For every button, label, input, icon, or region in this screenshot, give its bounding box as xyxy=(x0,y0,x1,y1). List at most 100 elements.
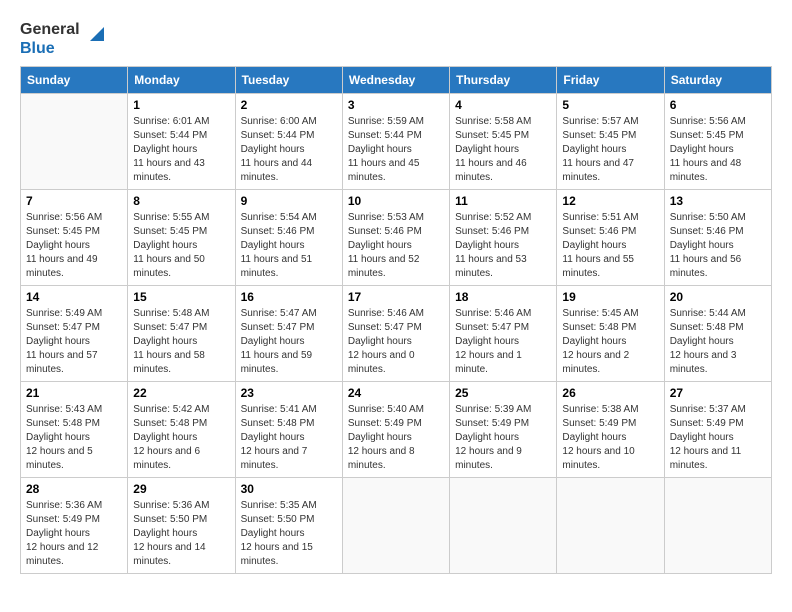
day-number: 12 xyxy=(562,194,658,208)
calendar-cell: 22 Sunrise: 5:42 AMSunset: 5:48 PMDayligh… xyxy=(128,382,235,478)
day-info: Sunrise: 5:49 AMSunset: 5:47 PMDaylight … xyxy=(26,307,122,377)
day-number: 28 xyxy=(26,482,122,496)
day-info: Sunrise: 5:51 AMSunset: 5:46 PMDaylight … xyxy=(562,211,658,281)
calendar-cell: 14Sunrise: 5:49 AMSunset: 5:47 PMDayligh… xyxy=(21,286,128,382)
day-info: Sunrise: 5:59 AMSunset: 5:44 PMDaylight … xyxy=(348,115,444,185)
calendar-week-row: 14Sunrise: 5:49 AMSunset: 5:47 PMDayligh… xyxy=(21,286,772,382)
day-info: Sunrise: 5:54 AMSunset: 5:46 PMDaylight … xyxy=(241,211,337,281)
day-number: 10 xyxy=(348,194,444,208)
calendar-cell: 7Sunrise: 5:56 AMSunset: 5:45 PMDaylight… xyxy=(21,190,128,286)
calendar-cell: 9 Sunrise: 5:54 AMSunset: 5:46 PMDaylight… xyxy=(235,190,342,286)
calendar-cell xyxy=(557,478,664,574)
calendar-cell xyxy=(450,478,557,574)
calendar-cell: 11 Sunrise: 5:52 AMSunset: 5:46 PMDayligh… xyxy=(450,190,557,286)
calendar-cell: 15Sunrise: 5:48 AMSunset: 5:47 PMDayligh… xyxy=(128,286,235,382)
day-info: Sunrise: 5:47 AMSunset: 5:47 PMDaylight … xyxy=(241,307,337,377)
day-info: Sunrise: 5:50 AMSunset: 5:46 PMDaylight … xyxy=(670,211,766,281)
day-info: Sunrise: 5:43 AMSunset: 5:48 PMDaylight … xyxy=(26,403,122,473)
weekday-header: Monday xyxy=(128,67,235,94)
day-number: 24 xyxy=(348,386,444,400)
day-info: Sunrise: 5:46 AMSunset: 5:47 PMDaylight … xyxy=(348,307,444,377)
day-number: 9 xyxy=(241,194,337,208)
day-info: Sunrise: 5:41 AMSunset: 5:48 PMDaylight … xyxy=(241,403,337,473)
calendar-cell xyxy=(342,478,449,574)
logo-text: General Blue xyxy=(20,20,80,58)
calendar-cell xyxy=(21,94,128,190)
calendar-cell: 8 Sunrise: 5:55 AMSunset: 5:45 PMDaylight… xyxy=(128,190,235,286)
page-header: General Blue xyxy=(20,20,772,58)
calendar-cell: 16 Sunrise: 5:47 AMSunset: 5:47 PMDayligh… xyxy=(235,286,342,382)
day-info: Sunrise: 5:36 AMSunset: 5:50 PMDaylight … xyxy=(133,499,229,569)
day-number: 16 xyxy=(241,290,337,304)
calendar-table: SundayMondayTuesdayWednesdayThursdayFrid… xyxy=(20,66,772,574)
day-number: 25 xyxy=(455,386,551,400)
day-number: 27 xyxy=(670,386,766,400)
day-number: 11 xyxy=(455,194,551,208)
day-number: 2 xyxy=(241,98,337,112)
calendar-cell: 23Sunrise: 5:41 AMSunset: 5:48 PMDayligh… xyxy=(235,382,342,478)
weekday-header: Friday xyxy=(557,67,664,94)
day-info: Sunrise: 5:58 AMSunset: 5:45 PMDaylight … xyxy=(455,115,551,185)
calendar-cell: 19 Sunrise: 5:45 AMSunset: 5:48 PMDayligh… xyxy=(557,286,664,382)
calendar-cell: 27 Sunrise: 5:37 AMSunset: 5:49 PMDayligh… xyxy=(664,382,771,478)
weekday-header: Sunday xyxy=(21,67,128,94)
day-number: 18 xyxy=(455,290,551,304)
day-number: 22 xyxy=(133,386,229,400)
weekday-header: Thursday xyxy=(450,67,557,94)
calendar-cell: 5Sunrise: 5:57 AMSunset: 5:45 PMDaylight… xyxy=(557,94,664,190)
calendar-cell: 2 Sunrise: 6:00 AMSunset: 5:44 PMDaylight… xyxy=(235,94,342,190)
logo-triangle-icon xyxy=(86,23,108,45)
day-number: 8 xyxy=(133,194,229,208)
weekday-header: Tuesday xyxy=(235,67,342,94)
day-info: Sunrise: 5:48 AMSunset: 5:47 PMDaylight … xyxy=(133,307,229,377)
day-number: 1 xyxy=(133,98,229,112)
calendar-cell: 30Sunrise: 5:35 AMSunset: 5:50 PMDayligh… xyxy=(235,478,342,574)
calendar-cell: 3Sunrise: 5:59 AMSunset: 5:44 PMDaylight… xyxy=(342,94,449,190)
weekday-header: Saturday xyxy=(664,67,771,94)
calendar-cell: 4 Sunrise: 5:58 AMSunset: 5:45 PMDaylight… xyxy=(450,94,557,190)
day-info: Sunrise: 5:39 AMSunset: 5:49 PMDaylight … xyxy=(455,403,551,473)
day-info: Sunrise: 5:35 AMSunset: 5:50 PMDaylight … xyxy=(241,499,337,569)
day-info: Sunrise: 5:52 AMSunset: 5:46 PMDaylight … xyxy=(455,211,551,281)
calendar-cell xyxy=(664,478,771,574)
day-info: Sunrise: 5:46 AMSunset: 5:47 PMDaylight … xyxy=(455,307,551,377)
calendar-week-row: 28 Sunrise: 5:36 AMSunset: 5:49 PMDayligh… xyxy=(21,478,772,574)
calendar-week-row: 7Sunrise: 5:56 AMSunset: 5:45 PMDaylight… xyxy=(21,190,772,286)
day-number: 19 xyxy=(562,290,658,304)
day-number: 20 xyxy=(670,290,766,304)
day-number: 26 xyxy=(562,386,658,400)
day-number: 7 xyxy=(26,194,122,208)
day-number: 6 xyxy=(670,98,766,112)
calendar-cell: 10 Sunrise: 5:53 AMSunset: 5:46 PMDayligh… xyxy=(342,190,449,286)
day-info: Sunrise: 5:42 AMSunset: 5:48 PMDaylight … xyxy=(133,403,229,473)
calendar-week-row: 1 Sunrise: 6:01 AMSunset: 5:44 PMDaylight… xyxy=(21,94,772,190)
day-info: Sunrise: 5:55 AMSunset: 5:45 PMDaylight … xyxy=(133,211,229,281)
calendar-cell: 26Sunrise: 5:38 AMSunset: 5:49 PMDayligh… xyxy=(557,382,664,478)
calendar-cell: 21 Sunrise: 5:43 AMSunset: 5:48 PMDayligh… xyxy=(21,382,128,478)
day-info: Sunrise: 6:01 AMSunset: 5:44 PMDaylight … xyxy=(133,115,229,185)
day-info: Sunrise: 5:44 AMSunset: 5:48 PMDaylight … xyxy=(670,307,766,377)
day-info: Sunrise: 5:45 AMSunset: 5:48 PMDaylight … xyxy=(562,307,658,377)
day-number: 17 xyxy=(348,290,444,304)
day-info: Sunrise: 5:53 AMSunset: 5:46 PMDaylight … xyxy=(348,211,444,281)
calendar-header-row: SundayMondayTuesdayWednesdayThursdayFrid… xyxy=(21,67,772,94)
calendar-cell: 24 Sunrise: 5:40 AMSunset: 5:49 PMDayligh… xyxy=(342,382,449,478)
day-info: Sunrise: 5:40 AMSunset: 5:49 PMDaylight … xyxy=(348,403,444,473)
calendar-cell: 6 Sunrise: 5:56 AMSunset: 5:45 PMDaylight… xyxy=(664,94,771,190)
calendar-week-row: 21 Sunrise: 5:43 AMSunset: 5:48 PMDayligh… xyxy=(21,382,772,478)
day-number: 21 xyxy=(26,386,122,400)
day-info: Sunrise: 6:00 AMSunset: 5:44 PMDaylight … xyxy=(241,115,337,185)
day-info: Sunrise: 5:37 AMSunset: 5:49 PMDaylight … xyxy=(670,403,766,473)
day-info: Sunrise: 5:56 AMSunset: 5:45 PMDaylight … xyxy=(670,115,766,185)
calendar-cell: 13Sunrise: 5:50 AMSunset: 5:46 PMDayligh… xyxy=(664,190,771,286)
day-number: 4 xyxy=(455,98,551,112)
calendar-cell: 12 Sunrise: 5:51 AMSunset: 5:46 PMDayligh… xyxy=(557,190,664,286)
calendar-cell: 28 Sunrise: 5:36 AMSunset: 5:49 PMDayligh… xyxy=(21,478,128,574)
day-info: Sunrise: 5:57 AMSunset: 5:45 PMDaylight … xyxy=(562,115,658,185)
calendar-cell: 29Sunrise: 5:36 AMSunset: 5:50 PMDayligh… xyxy=(128,478,235,574)
logo: General Blue xyxy=(20,20,108,58)
weekday-header: Wednesday xyxy=(342,67,449,94)
calendar-cell: 20 Sunrise: 5:44 AMSunset: 5:48 PMDayligh… xyxy=(664,286,771,382)
calendar-cell: 18 Sunrise: 5:46 AMSunset: 5:47 PMDayligh… xyxy=(450,286,557,382)
day-info: Sunrise: 5:36 AMSunset: 5:49 PMDaylight … xyxy=(26,499,122,569)
